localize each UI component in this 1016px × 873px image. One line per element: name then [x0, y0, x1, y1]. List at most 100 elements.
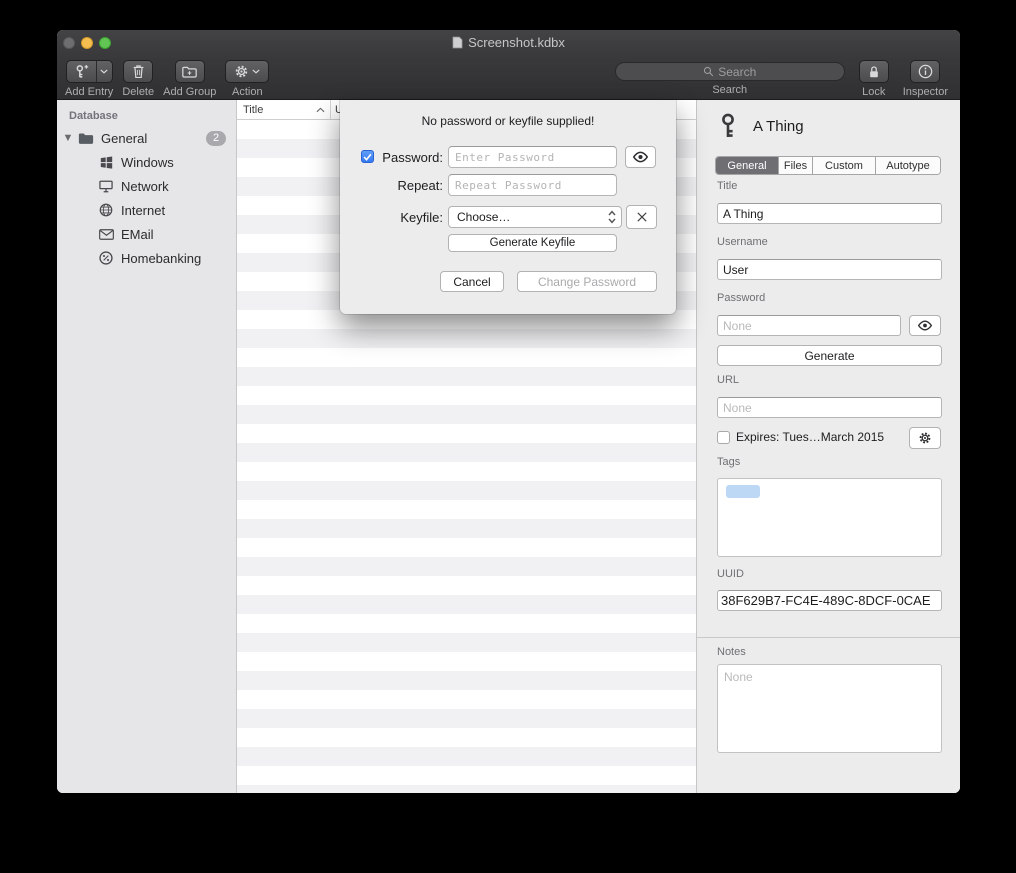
column-title-label: Title: [243, 104, 263, 116]
action-group: Action: [225, 60, 269, 98]
url-field[interactable]: [717, 397, 942, 418]
sidebar-item-general[interactable]: ▼ General 2: [57, 126, 236, 150]
url-field-label: URL: [717, 374, 739, 386]
sidebar-item-network[interactable]: Network: [57, 174, 236, 198]
sidebar-item-label: Network: [121, 179, 169, 194]
globe-icon: [97, 203, 115, 218]
delete-label: Delete: [122, 86, 154, 98]
column-header-title[interactable]: Title: [237, 100, 330, 119]
sidebar-item-email[interactable]: EMail: [57, 222, 236, 246]
add-group-group: Add Group: [163, 60, 216, 98]
trash-icon: [132, 64, 145, 79]
tab-custom[interactable]: Custom: [813, 157, 876, 174]
key-icon: [718, 113, 738, 139]
notes-field-label: Notes: [717, 646, 746, 658]
folder-icon: [77, 131, 95, 146]
sidebar-item-label: General: [101, 131, 147, 146]
inspector-label: Inspector: [903, 86, 948, 98]
clear-keyfile-button[interactable]: [626, 205, 657, 229]
toolbar: Add Entry Delete: [57, 55, 960, 100]
title-field[interactable]: [717, 203, 942, 224]
tags-field-label: Tags: [717, 456, 740, 468]
tags-field[interactable]: [717, 478, 942, 557]
gear-icon: [234, 64, 249, 79]
password-field[interactable]: [717, 315, 901, 336]
enter-password-input[interactable]: [448, 146, 617, 168]
add-entry-button[interactable]: [66, 60, 113, 83]
inspector-panel: A Thing General Files Custom Autotype Ti…: [696, 100, 960, 793]
document-icon: [452, 36, 463, 49]
username-field-label: Username: [717, 236, 768, 248]
keyfile-popup[interactable]: Choose…: [448, 206, 622, 228]
lock-label: Lock: [862, 86, 885, 98]
eye-icon: [917, 320, 933, 331]
expires-row: Expires: Tues…March 2015: [717, 430, 884, 444]
search-input[interactable]: Search: [615, 62, 845, 81]
delete-group: Delete: [122, 60, 154, 98]
group-count-badge: 2: [206, 131, 226, 146]
cancel-button[interactable]: Cancel: [440, 271, 504, 292]
search-label: Search: [712, 84, 747, 96]
sidebar-item-windows[interactable]: Windows: [57, 150, 236, 174]
inspector-divider: [697, 637, 960, 638]
sidebar-item-label: Windows: [121, 155, 174, 170]
delete-button[interactable]: [123, 60, 153, 83]
tab-autotype[interactable]: Autotype: [876, 157, 940, 174]
sidebar-item-label: Homebanking: [121, 251, 201, 266]
lock-group: Lock: [859, 60, 889, 98]
search-group: Search Search: [615, 60, 845, 96]
sidebar-item-homebanking[interactable]: Homebanking: [57, 246, 236, 270]
network-icon: [97, 179, 115, 194]
tag-chip[interactable]: [726, 485, 760, 498]
tab-files[interactable]: Files: [779, 157, 813, 174]
window-title: Screenshot.kdbx: [57, 30, 960, 55]
sidebar-item-internet[interactable]: Internet: [57, 198, 236, 222]
repeat-password-input[interactable]: [448, 174, 617, 196]
entry-header: A Thing: [718, 113, 804, 139]
sort-ascending-icon: [316, 107, 325, 113]
repeat-label: Repeat:: [340, 178, 443, 193]
chevron-down-icon: [252, 69, 260, 74]
change-password-button[interactable]: Change Password: [517, 271, 657, 292]
add-entry-label: Add Entry: [65, 86, 113, 98]
title-field-label: Title: [717, 180, 737, 192]
inspector-group: Inspector: [903, 60, 948, 98]
sidebar-section-header: Database: [57, 100, 236, 126]
lock-button[interactable]: [859, 60, 889, 83]
uuid-field-label: UUID: [717, 568, 744, 580]
app-window: Screenshot.kdbx Add Entry: [57, 30, 960, 793]
add-group-button[interactable]: [175, 60, 205, 83]
keyfile-label: Keyfile:: [340, 210, 443, 225]
search-placeholder: Search: [718, 65, 756, 79]
inspector-tabs: General Files Custom Autotype: [715, 156, 941, 175]
close-x-icon: [636, 211, 648, 223]
password-label: Password:: [340, 150, 443, 165]
coin-icon: [97, 251, 115, 266]
titlebar: Screenshot.kdbx: [57, 30, 960, 55]
password-field-label: Password: [717, 292, 765, 304]
inspector-button[interactable]: [910, 60, 940, 83]
gear-icon: [918, 431, 932, 445]
eye-icon: [632, 151, 649, 163]
reveal-password-button[interactable]: [909, 315, 941, 336]
generate-keyfile-button[interactable]: Generate Keyfile: [448, 234, 617, 252]
username-field[interactable]: [717, 259, 942, 280]
notes-field[interactable]: [717, 664, 942, 753]
windows-icon: [97, 155, 115, 170]
entry-title: A Thing: [753, 118, 804, 135]
expires-settings-button[interactable]: [909, 427, 941, 449]
expires-checkbox[interactable]: [717, 431, 730, 444]
sheet-message: No password or keyfile supplied!: [340, 114, 676, 128]
action-button[interactable]: [225, 60, 269, 83]
disclosure-triangle-icon[interactable]: ▼: [59, 132, 77, 144]
generate-password-button[interactable]: Generate: [717, 345, 942, 366]
content-area: Database ▼ General 2 Windows Network: [57, 100, 960, 793]
add-entry-dropdown-arrow[interactable]: [96, 61, 112, 82]
keyfile-popup-value: Choose…: [457, 210, 510, 224]
search-icon: [703, 66, 714, 77]
key-plus-icon[interactable]: [67, 61, 96, 82]
tab-general[interactable]: General: [716, 157, 779, 174]
sheet-reveal-password-button[interactable]: [625, 146, 656, 168]
add-group-label: Add Group: [163, 86, 216, 98]
uuid-field[interactable]: [717, 590, 942, 611]
